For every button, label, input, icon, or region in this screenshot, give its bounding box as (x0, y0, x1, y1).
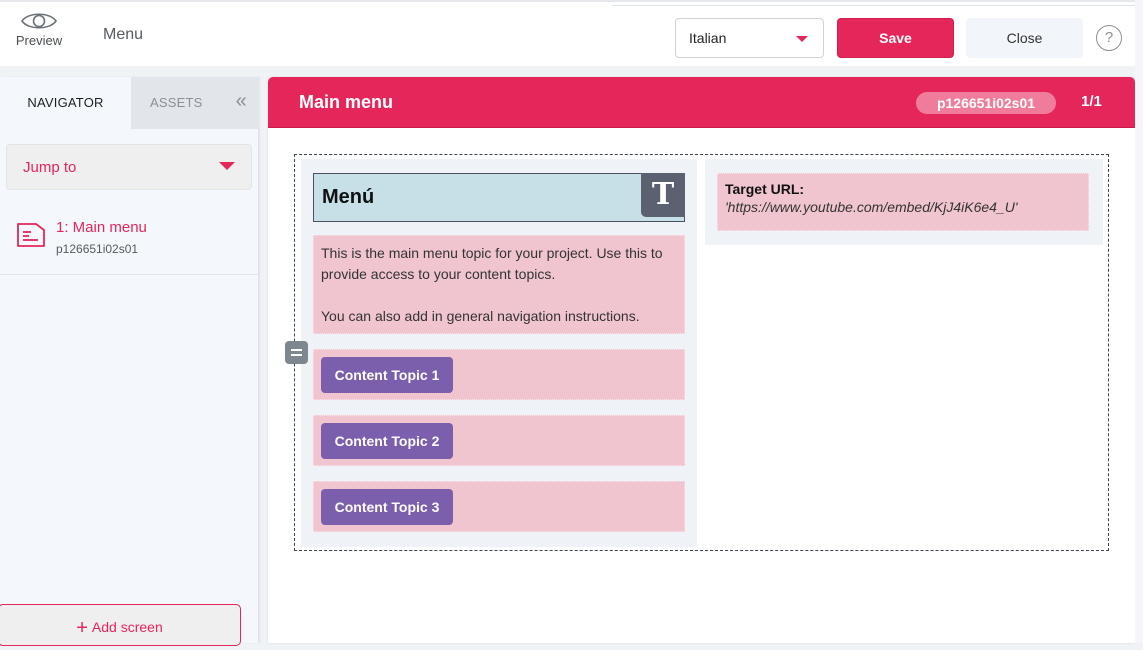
intro-text-block[interactable]: This is the main menu topic for your pro… (313, 235, 685, 334)
language-value: Italian (689, 30, 727, 46)
topic-block: Content Topic 1 (313, 349, 685, 400)
collapse-sidebar-icon[interactable]: « (236, 77, 247, 125)
page-title: Menu (103, 26, 144, 43)
right-column: Target URL: 'https://www.youtube.com/emb… (705, 159, 1103, 245)
text-type-icon: T (641, 173, 685, 217)
heading-block[interactable]: Menú T (313, 173, 685, 222)
chevron-down-icon (219, 162, 235, 170)
intro-paragraph: This is the main menu topic for your pro… (321, 245, 663, 282)
top-divider (612, 5, 1143, 6)
eye-icon (21, 13, 57, 29)
tab-assets-label: ASSETS (150, 95, 203, 110)
target-url-block[interactable]: Target URL: 'https://www.youtube.com/emb… (717, 173, 1089, 231)
top-bar: Preview Menu Italian Save Close ? (0, 0, 1143, 66)
page-count: 1/1 (1081, 93, 1102, 110)
scrollbar[interactable] (1135, 0, 1143, 643)
sidebar-tabs: NAVIGATOR ASSETS « (0, 77, 259, 129)
content-topic-2-button[interactable]: Content Topic 2 (321, 423, 453, 459)
content-topic-3-button[interactable]: Content Topic 3 (321, 489, 453, 525)
screen-header-title: Main menu (299, 92, 394, 112)
add-screen-button[interactable]: + Add screen (0, 604, 241, 646)
content-topic-1-button[interactable]: Content Topic 1 (321, 357, 453, 393)
tab-navigator[interactable]: NAVIGATOR (0, 77, 131, 129)
jump-to-label: Jump to (23, 159, 77, 176)
preview-label: Preview (15, 33, 63, 48)
screen-id: p126651i02s01 (56, 242, 139, 256)
heading-text: Menú (322, 186, 375, 208)
screen-title: 1: Main menu (56, 219, 147, 236)
help-icon[interactable]: ? (1096, 25, 1122, 51)
target-url-label: Target URL: (725, 181, 805, 197)
tab-assets[interactable]: ASSETS « (131, 77, 259, 129)
screen-icon (17, 223, 45, 247)
plus-icon: + (76, 617, 88, 639)
target-url-value: 'https://www.youtube.com/embed/KjJ4iK6e4… (725, 199, 1018, 215)
language-select[interactable]: Italian (675, 18, 824, 58)
jump-to-dropdown[interactable]: Jump to (6, 144, 252, 190)
screen-header: Main menu p126651i02s01 1/1 (268, 77, 1135, 128)
save-button[interactable]: Save (837, 18, 954, 58)
drag-handle-icon[interactable] (285, 341, 308, 364)
intro-paragraph: You can also add in general navigation i… (321, 308, 640, 324)
preview-button[interactable]: Preview (10, 10, 68, 58)
sidebar: NAVIGATOR ASSETS « Jump to 1: Main menu … (0, 77, 259, 646)
close-button[interactable]: Close (966, 18, 1083, 58)
screen-id-badge: p126651i02s01 (916, 92, 1056, 114)
layout-container: Menú T This is the main menu topic for y… (285, 154, 1109, 551)
screen-list-item[interactable]: 1: Main menu p126651i02s01 (0, 207, 258, 275)
left-column: Menú T This is the main menu topic for y… (301, 159, 697, 547)
topic-block: Content Topic 3 (313, 481, 685, 532)
topic-block: Content Topic 2 (313, 415, 685, 466)
add-screen-label: Add screen (91, 619, 163, 635)
chevron-down-icon (796, 36, 808, 42)
screen-editor: Main menu p126651i02s01 1/1 Menú T This … (268, 77, 1135, 643)
